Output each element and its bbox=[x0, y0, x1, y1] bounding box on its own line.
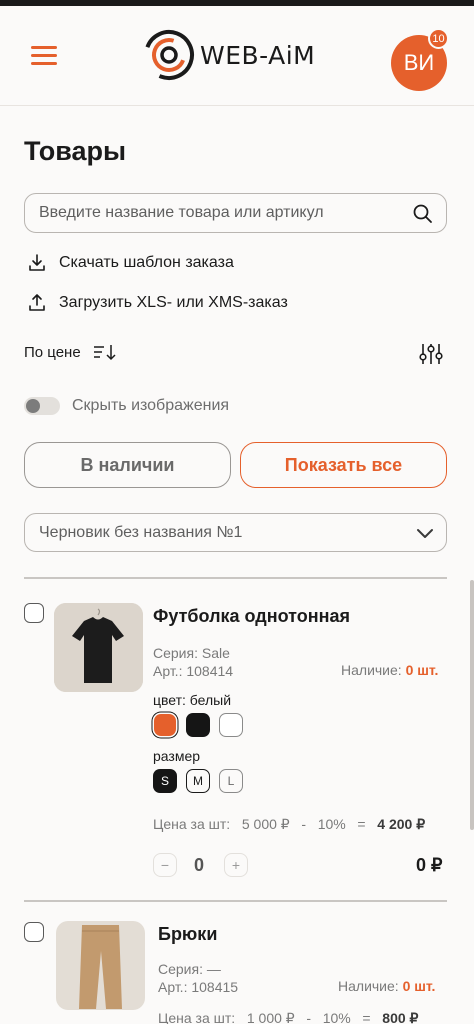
color-swatch-orange[interactable] bbox=[154, 714, 176, 736]
sort-descending-icon bbox=[93, 345, 116, 361]
price-equals: = bbox=[357, 816, 366, 832]
search-icon[interactable] bbox=[412, 203, 434, 225]
chevron-down-icon bbox=[417, 529, 433, 538]
price-equals: = bbox=[362, 1010, 371, 1024]
upload-order-label: Загрузить XLS- или XMS-заказ bbox=[59, 294, 288, 311]
product-image[interactable] bbox=[56, 921, 145, 1010]
toggle-knob bbox=[26, 399, 40, 413]
sort-by-price[interactable]: По цене bbox=[24, 343, 117, 361]
upload-icon bbox=[29, 294, 45, 311]
filter-settings-icon[interactable] bbox=[418, 342, 444, 366]
price-label: Цена за шт: bbox=[158, 1010, 236, 1024]
size-chip-s[interactable]: S bbox=[153, 769, 177, 793]
sort-label: По цене bbox=[24, 343, 81, 361]
app-header: WEB-AiM ВИ 10 bbox=[0, 6, 474, 106]
color-swatch-black[interactable] bbox=[186, 713, 210, 737]
product-series: Серия: — bbox=[158, 961, 221, 977]
size-chip-m[interactable]: M bbox=[186, 769, 210, 793]
download-icon bbox=[29, 254, 45, 271]
product-series: Серия: Sale bbox=[153, 645, 230, 661]
size-chip-l[interactable]: L bbox=[219, 769, 243, 793]
price-dash: - bbox=[301, 816, 307, 832]
search-box bbox=[24, 193, 447, 233]
trousers-image-icon bbox=[56, 921, 145, 1010]
price-final: 800 ₽ bbox=[382, 1010, 419, 1024]
quantity-decrease-button[interactable]: − bbox=[153, 853, 177, 877]
in-stock-button[interactable]: В наличии bbox=[24, 442, 231, 488]
notification-badge: 10 bbox=[428, 28, 449, 49]
price-discount: 10% bbox=[317, 816, 346, 832]
color-label: цвет: белый bbox=[153, 692, 232, 708]
product-sku: Арт.: 108415 bbox=[158, 979, 239, 995]
search-input[interactable] bbox=[39, 194, 399, 232]
hide-images-toggle[interactable] bbox=[24, 397, 60, 415]
product-checkbox[interactable] bbox=[24, 603, 44, 623]
download-template-link[interactable]: Скачать шаблон заказа bbox=[27, 253, 234, 273]
divider bbox=[24, 900, 447, 902]
price-row: Цена за шт: 1 000 ₽ - 10% = 800 ₽ bbox=[158, 1010, 418, 1024]
tshirt-image-icon bbox=[54, 603, 143, 692]
scrollbar[interactable] bbox=[470, 580, 474, 830]
price-discount: 10% bbox=[322, 1010, 351, 1024]
logo[interactable]: WEB-AiM bbox=[142, 28, 315, 82]
stock-label: Наличие: bbox=[341, 662, 402, 678]
product-total: 0 ₽ bbox=[416, 855, 443, 875]
price-base: 5 000 ₽ bbox=[241, 816, 290, 832]
draft-select[interactable]: Черновик без названия №1 bbox=[24, 513, 447, 552]
page-title: Товары bbox=[24, 136, 127, 166]
hide-images-label: Скрыть изображения bbox=[72, 397, 230, 414]
price-label: Цена за шт: bbox=[153, 816, 231, 832]
stock-value: 0 шт. bbox=[405, 662, 439, 678]
product-sku: Арт.: 108414 bbox=[153, 663, 234, 679]
show-all-button[interactable]: Показать все bbox=[240, 442, 447, 488]
size-label: размер bbox=[153, 748, 201, 764]
menu-icon[interactable] bbox=[31, 46, 57, 66]
price-row: Цена за шт: 5 000 ₽ - 10% = 4 200 ₽ bbox=[153, 816, 425, 833]
logo-text: WEB-AiM bbox=[200, 40, 316, 70]
product-stock: Наличие: 0 шт. bbox=[341, 662, 438, 678]
product-title[interactable]: Футболка однотонная bbox=[153, 606, 350, 627]
divider bbox=[24, 577, 447, 579]
product-stock: Наличие: 0 шт. bbox=[338, 978, 435, 994]
upload-order-link[interactable]: Загрузить XLS- или XMS-заказ bbox=[27, 293, 288, 313]
price-final: 4 200 ₽ bbox=[377, 816, 426, 832]
product-image[interactable] bbox=[54, 603, 143, 692]
color-swatch-white[interactable] bbox=[219, 713, 243, 737]
stock-value: 0 шт. bbox=[402, 978, 436, 994]
stock-label: Наличие: bbox=[338, 978, 399, 994]
draft-select-value: Черновик без названия №1 bbox=[39, 524, 243, 541]
download-template-label: Скачать шаблон заказа bbox=[59, 254, 234, 271]
logo-mark-icon bbox=[144, 30, 194, 80]
product-checkbox[interactable] bbox=[24, 922, 44, 942]
quantity-increase-button[interactable]: + bbox=[224, 853, 248, 877]
price-base: 1 000 ₽ bbox=[246, 1010, 295, 1024]
quantity-value[interactable]: 0 bbox=[194, 855, 204, 876]
product-title[interactable]: Брюки bbox=[158, 924, 217, 945]
price-dash: - bbox=[306, 1010, 312, 1024]
